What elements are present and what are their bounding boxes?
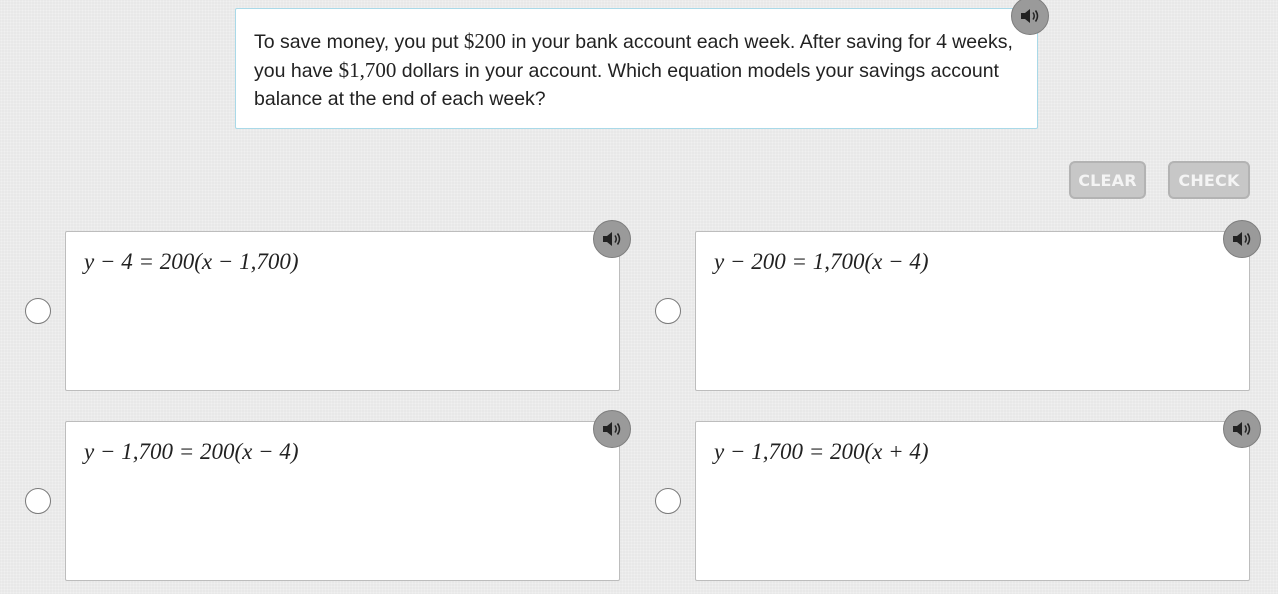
option-1-audio-button[interactable] [593,220,631,258]
question-box: To save money, you put $200 in your bank… [235,8,1038,129]
question-audio-button[interactable] [1011,0,1049,35]
question-part: To save money, you put [254,31,464,53]
speaker-icon [601,230,623,248]
option-1-card[interactable]: y − 4 = 200(x − 1,700) [65,231,620,391]
speaker-icon [1231,420,1253,438]
option-2-audio-button[interactable] [1223,220,1261,258]
question-math-balance: $1,700 [338,58,397,82]
question-part: in your bank account each week. After sa… [505,31,937,53]
question-math-amount: $200 [463,29,506,53]
option-3-equation: y − 1,700 = 200(x − 4) [84,439,299,464]
speaker-icon [601,420,623,438]
option-2-equation: y − 200 = 1,700(x − 4) [714,249,929,274]
option-2-radio[interactable] [655,298,681,324]
option-1-equation: y − 4 = 200(x − 1,700) [84,249,299,274]
speaker-icon [1231,230,1253,248]
option-3-audio-button[interactable] [593,410,631,448]
option-2-card[interactable]: y − 200 = 1,700(x − 4) [695,231,1250,391]
check-button[interactable]: CHECK [1168,161,1250,199]
option-4-equation: y − 1,700 = 200(x + 4) [714,439,929,464]
option-3-card[interactable]: y − 1,700 = 200(x − 4) [65,421,620,581]
option-3-radio[interactable] [25,488,51,514]
question-text: To save money, you put $200 in your bank… [254,27,1029,113]
option-4-radio[interactable] [655,488,681,514]
option-4-audio-button[interactable] [1223,410,1261,448]
clear-button[interactable]: CLEAR [1069,161,1146,199]
option-1-radio[interactable] [25,298,51,324]
option-4-card[interactable]: y − 1,700 = 200(x + 4) [695,421,1250,581]
question-math-weeks: 4 [936,29,947,53]
speaker-icon [1019,7,1041,25]
